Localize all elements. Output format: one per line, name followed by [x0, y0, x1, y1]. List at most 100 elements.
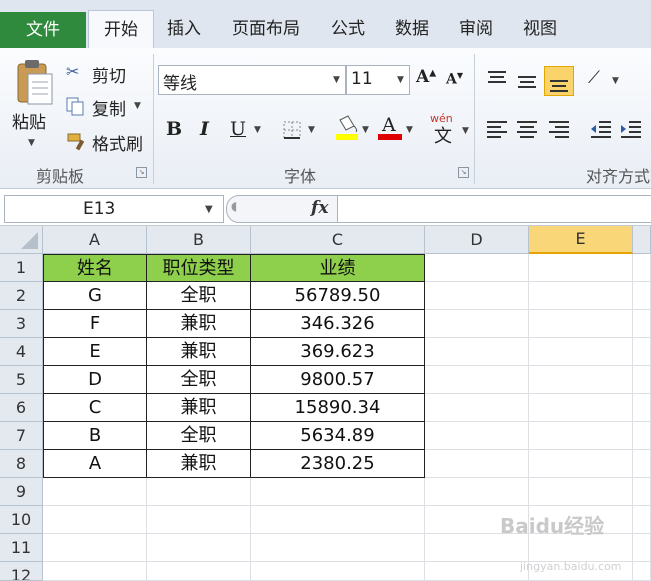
grid-cell[interactable]	[425, 478, 529, 506]
grid-cell[interactable]	[529, 310, 633, 338]
row-header[interactable]: 1	[0, 254, 43, 282]
cut-button[interactable]: ✂ 剪切	[64, 62, 144, 87]
grid-cell[interactable]	[633, 310, 651, 338]
table-cell[interactable]: 2380.25	[251, 450, 425, 478]
increase-indent-button[interactable]	[618, 118, 644, 144]
table-cell[interactable]: 兼职	[147, 394, 251, 422]
name-box[interactable]: E13 ▼	[4, 195, 224, 223]
table-cell[interactable]: 兼职	[147, 450, 251, 478]
grid-cell[interactable]	[425, 254, 529, 282]
table-cell[interactable]: 全职	[147, 282, 251, 310]
grid-cell[interactable]	[529, 366, 633, 394]
grid-cell[interactable]	[529, 338, 633, 366]
font-name-dropdown-icon[interactable]: ▼	[333, 75, 340, 85]
grid-cell[interactable]	[633, 562, 651, 581]
column-header-d[interactable]: D	[425, 226, 529, 254]
insert-function-icon[interactable]: fx	[311, 198, 328, 218]
decrease-indent-button[interactable]	[588, 118, 614, 144]
row-header[interactable]: 5	[0, 366, 43, 394]
tab-review[interactable]: 审阅	[450, 10, 502, 48]
grid-cell[interactable]	[43, 478, 147, 506]
grid-cell[interactable]	[425, 310, 529, 338]
grid-cell[interactable]	[529, 254, 633, 282]
row-header[interactable]: 2	[0, 282, 43, 310]
row-header[interactable]: 8	[0, 450, 43, 478]
tab-formulas[interactable]: 公式	[322, 10, 374, 48]
grid-cell[interactable]	[251, 534, 425, 562]
align-left-button[interactable]	[484, 118, 510, 144]
row-header[interactable]: 7	[0, 422, 43, 450]
tab-page-layout[interactable]: 页面布局	[222, 10, 310, 48]
borders-dropdown-icon[interactable]: ▼	[308, 125, 315, 135]
increase-font-size-button[interactable]: A▲	[414, 66, 438, 92]
resize-handle-icon[interactable]: ◖	[231, 199, 237, 213]
copy-button[interactable]: 复制 ▼	[64, 95, 148, 120]
borders-button[interactable]: ▼	[280, 116, 320, 142]
table-header-cell[interactable]: 职位类型	[147, 254, 251, 282]
bold-button[interactable]: B	[162, 116, 186, 142]
underline-dropdown-icon[interactable]: ▼	[254, 125, 261, 135]
grid-cell[interactable]	[43, 506, 147, 534]
font-launcher-icon[interactable]: ↘	[458, 167, 469, 178]
table-cell[interactable]: 56789.50	[251, 282, 425, 310]
paste-dropdown-icon[interactable]: ▼	[28, 138, 35, 148]
tab-data[interactable]: 数据	[386, 10, 438, 48]
grid-cell[interactable]	[633, 478, 651, 506]
font-size-select[interactable]: 11 ▼	[346, 65, 410, 95]
select-all-corner[interactable]	[0, 226, 43, 254]
align-center-button[interactable]	[514, 118, 540, 144]
table-cell[interactable]: C	[43, 394, 147, 422]
table-cell[interactable]: 全职	[147, 422, 251, 450]
table-cell[interactable]: 346.326	[251, 310, 425, 338]
italic-button[interactable]: I	[194, 116, 218, 142]
grid-cell[interactable]	[425, 282, 529, 310]
table-cell[interactable]: E	[43, 338, 147, 366]
table-cell[interactable]: 5634.89	[251, 422, 425, 450]
row-header[interactable]: 4	[0, 338, 43, 366]
align-middle-button[interactable]	[514, 68, 540, 94]
decrease-font-size-button[interactable]: A▼	[444, 66, 468, 92]
grid-cell[interactable]	[529, 282, 633, 310]
font-size-dropdown-icon[interactable]: ▼	[397, 75, 404, 85]
fill-color-dropdown-icon[interactable]: ▼	[362, 125, 369, 135]
paste-button[interactable]: 粘贴 ▼	[10, 58, 56, 158]
column-header-b[interactable]: B	[147, 226, 251, 254]
align-right-button[interactable]	[546, 118, 572, 144]
orientation-dropdown-icon[interactable]: ▼	[612, 76, 619, 86]
grid-cell[interactable]	[633, 450, 651, 478]
grid-cell[interactable]	[529, 394, 633, 422]
grid-cell[interactable]	[147, 534, 251, 562]
grid-cell[interactable]	[425, 422, 529, 450]
row-header[interactable]: 9	[0, 478, 43, 506]
grid-cell[interactable]	[43, 562, 147, 581]
copy-dropdown-icon[interactable]: ▼	[134, 101, 141, 111]
font-color-dropdown-icon[interactable]: ▼	[406, 125, 413, 135]
tab-file[interactable]: 文件	[0, 12, 86, 48]
column-header-f[interactable]	[633, 226, 651, 254]
row-header[interactable]: 3	[0, 310, 43, 338]
table-cell[interactable]: G	[43, 282, 147, 310]
row-header[interactable]: 6	[0, 394, 43, 422]
grid-cell[interactable]	[633, 282, 651, 310]
row-header[interactable]: 10	[0, 506, 43, 534]
table-cell[interactable]: F	[43, 310, 147, 338]
grid-cell[interactable]	[251, 506, 425, 534]
table-cell[interactable]: 兼职	[147, 310, 251, 338]
align-top-button[interactable]	[484, 68, 510, 94]
grid-cell[interactable]	[425, 450, 529, 478]
clipboard-launcher-icon[interactable]: ↘	[136, 167, 147, 178]
column-header-c[interactable]: C	[251, 226, 425, 254]
grid-cell[interactable]	[633, 394, 651, 422]
column-header-a[interactable]: A	[43, 226, 147, 254]
table-cell[interactable]: 15890.34	[251, 394, 425, 422]
grid-cell[interactable]	[425, 338, 529, 366]
grid-cell[interactable]	[633, 338, 651, 366]
table-header-cell[interactable]: 姓名	[43, 254, 147, 282]
phonetic-dropdown-icon[interactable]: ▼	[462, 126, 469, 136]
tab-home[interactable]: 开始	[88, 10, 154, 49]
grid-cell[interactable]	[251, 478, 425, 506]
align-bottom-button[interactable]	[544, 66, 574, 96]
grid-cell[interactable]	[425, 366, 529, 394]
table-cell[interactable]: 369.623	[251, 338, 425, 366]
phonetic-guide-button[interactable]: wén 文 ▼	[430, 112, 474, 147]
